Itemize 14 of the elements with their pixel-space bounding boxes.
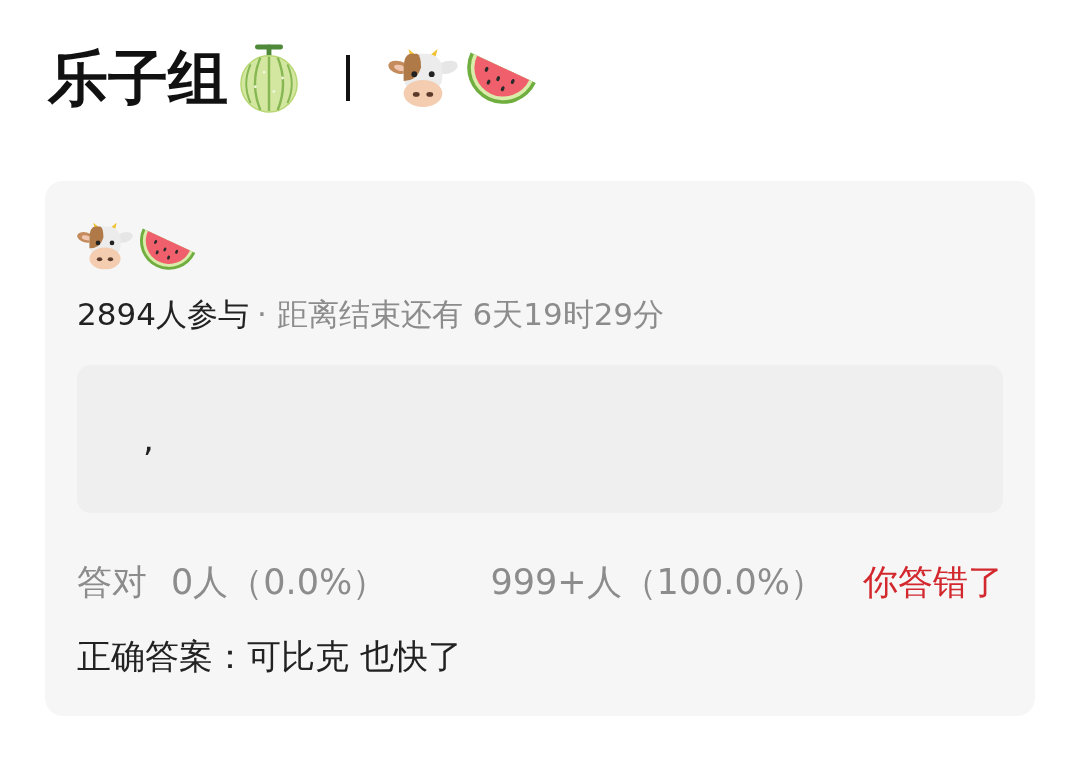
cow-face-icon: [77, 221, 133, 271]
cow-face-icon: [388, 48, 458, 108]
correct-answer: 正确答案：可比克 也快了: [77, 636, 462, 676]
watermelon-slice-icon: [139, 227, 197, 271]
time-remaining: · 距离结束还有 6天19时29分: [256, 295, 665, 334]
wrong-count: 999+人（100.0%）: [490, 561, 825, 604]
watermelon-slice-icon: [466, 51, 538, 105]
melon-icon: [238, 43, 300, 113]
verdict-text: 你答错了: [863, 561, 1003, 604]
poll-option[interactable]: ,: [77, 365, 1003, 513]
participant-count: 2894人参与: [77, 295, 249, 334]
group-title: 乐子组: [48, 42, 228, 115]
correct-count: 0人（0.0%）: [171, 561, 388, 604]
correct-label: 答对: [77, 561, 147, 604]
